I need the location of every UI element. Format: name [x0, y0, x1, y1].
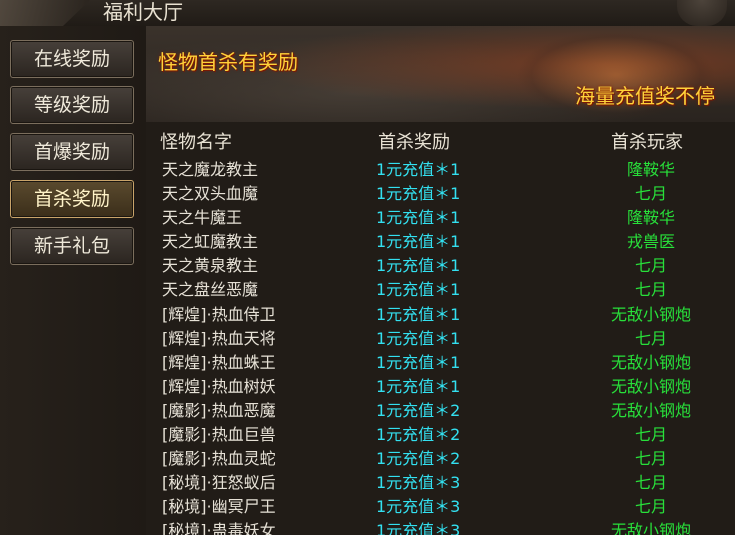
table-row: [秘境]·幽冥尸王 1元充值＊3 七月 [146, 495, 735, 519]
player-cell: 无敌小钢炮 [610, 352, 691, 372]
nav-first-kill-reward-button[interactable]: 首杀奖励 [10, 180, 134, 218]
reward-cell: 1元充值＊1 [376, 352, 461, 372]
reward-cell: 1元充值＊1 [376, 184, 461, 204]
banner-slogan: 海量充值奖不停 [575, 84, 715, 108]
table-body: 天之魔龙教主 1元充值＊1 隆鞍华 天之双头血魔 1元充值＊1 七月 天之牛魔王… [146, 158, 735, 535]
monster-name-cell: 天之双头血魔 [162, 184, 259, 204]
table-row: 天之虹魔教主 1元充值＊1 戎兽医 [146, 230, 735, 254]
table-row: [魔影]·热血恶魔 1元充值＊2 无敌小钢炮 [146, 399, 735, 423]
reward-cell: 1元充值＊1 [376, 304, 461, 324]
reward-cell: 1元充值＊1 [376, 280, 461, 300]
monster-name-cell: 天之盘丝恶魔 [162, 280, 259, 300]
banner: 怪物首杀有奖励 海量充值奖不停 [146, 26, 735, 124]
monster-name-cell: 天之牛魔王 [162, 208, 243, 228]
table-row: [秘境]·蛊毒妖女 1元充值＊3 无敌小钢炮 [146, 519, 735, 535]
reward-cell: 1元充值＊1 [376, 328, 461, 348]
player-cell: 七月 [634, 449, 667, 469]
player-cell: 无敌小钢炮 [610, 400, 691, 420]
reward-cell: 1元充值＊2 [376, 449, 461, 469]
nav-online-reward-button[interactable]: 在线奖励 [10, 40, 134, 78]
reward-cell: 1元充值＊1 [376, 376, 461, 396]
header-first-kill-player: 首杀玩家 [611, 132, 683, 153]
player-cell: 七月 [634, 184, 667, 204]
monster-name-cell: [辉煌]·热血蛛王 [162, 352, 276, 372]
reward-cell: 1元充值＊1 [376, 160, 461, 179]
table-row: [辉煌]·热血蛛王 1元充值＊1 无敌小钢炮 [146, 351, 735, 375]
dragon-ornament-icon [0, 0, 90, 26]
player-cell: 戎兽医 [626, 232, 675, 252]
first-kill-table: 怪物名字 首杀奖励 首杀玩家 天之魔龙教主 1元充值＊1 隆鞍华 天之双头血魔 … [146, 122, 735, 535]
nav-level-reward-button[interactable]: 等级奖励 [10, 86, 134, 124]
header-monster-name: 怪物名字 [160, 132, 232, 153]
player-cell: 无敌小钢炮 [610, 304, 691, 324]
player-cell: 七月 [634, 328, 667, 348]
reward-cell: 1元充值＊2 [376, 400, 461, 420]
monster-name-cell: [秘境]·幽冥尸王 [162, 497, 276, 517]
reward-cell: 1元充值＊3 [376, 521, 461, 535]
table-row: 天之黄泉教主 1元充值＊1 七月 [146, 254, 735, 278]
table-row: [秘境]·狂怒蚁后 1元充值＊3 七月 [146, 471, 735, 495]
table-header: 怪物名字 首杀奖励 首杀玩家 [146, 128, 735, 154]
reward-cell: 1元充值＊1 [376, 232, 461, 252]
table-row: [辉煌]·热血天将 1元充值＊1 七月 [146, 327, 735, 351]
window-title: 福利大厅 [103, 0, 183, 24]
reward-cell: 1元充值＊1 [376, 208, 461, 228]
player-cell: 七月 [634, 256, 667, 276]
header-first-kill-reward: 首杀奖励 [378, 132, 450, 153]
monster-name-cell: [秘境]·蛊毒妖女 [162, 521, 276, 535]
table-row: 天之魔龙教主 1元充值＊1 隆鞍华 [146, 158, 735, 182]
player-cell: 隆鞍华 [626, 208, 675, 228]
table-row: [魔影]·热血巨兽 1元充值＊2 七月 [146, 423, 735, 447]
table-row: [辉煌]·热血树妖 1元充值＊1 无敌小钢炮 [146, 375, 735, 399]
sidebar: 在线奖励 等级奖励 首爆奖励 首杀奖励 新手礼包 [0, 26, 147, 535]
reward-cell: 1元充值＊2 [376, 425, 461, 445]
banner-title: 怪物首杀有奖励 [158, 50, 298, 74]
monster-name-cell: [魔影]·热血灵蛇 [162, 449, 276, 469]
nav-newbie-gift-button[interactable]: 新手礼包 [10, 227, 134, 265]
player-cell: 无敌小钢炮 [610, 521, 691, 535]
player-cell: 七月 [634, 425, 667, 445]
nav-first-drop-reward-button[interactable]: 首爆奖励 [10, 133, 134, 171]
title-bar: 福利大厅 [0, 0, 735, 27]
table-row: [辉煌]·热血侍卫 1元充值＊1 无敌小钢炮 [146, 303, 735, 327]
corner-ornament-icon [677, 0, 727, 26]
monster-name-cell: [秘境]·狂怒蚁后 [162, 473, 276, 493]
player-cell: 隆鞍华 [626, 160, 675, 179]
monster-name-cell: 天之虹魔教主 [162, 232, 259, 252]
player-cell: 七月 [634, 497, 667, 517]
player-cell: 无敌小钢炮 [610, 376, 691, 396]
player-cell: 七月 [634, 280, 667, 300]
monster-name-cell: 天之魔龙教主 [162, 160, 259, 179]
monster-name-cell: [魔影]·热血巨兽 [162, 425, 276, 445]
table-row: [魔影]·热血灵蛇 1元充值＊2 七月 [146, 447, 735, 471]
monster-name-cell: [魔影]·热血恶魔 [162, 400, 276, 420]
player-cell: 七月 [634, 473, 667, 493]
table-row: 天之双头血魔 1元充值＊1 七月 [146, 182, 735, 206]
monster-name-cell: 天之黄泉教主 [162, 256, 259, 276]
table-row: 天之盘丝恶魔 1元充值＊1 七月 [146, 278, 735, 302]
reward-cell: 1元充值＊3 [376, 497, 461, 517]
reward-cell: 1元充值＊1 [376, 256, 461, 276]
monster-name-cell: [辉煌]·热血树妖 [162, 376, 276, 396]
reward-cell: 1元充值＊3 [376, 473, 461, 493]
monster-name-cell: [辉煌]·热血天将 [162, 328, 276, 348]
monster-name-cell: [辉煌]·热血侍卫 [162, 304, 276, 324]
table-row: 天之牛魔王 1元充值＊1 隆鞍华 [146, 206, 735, 230]
